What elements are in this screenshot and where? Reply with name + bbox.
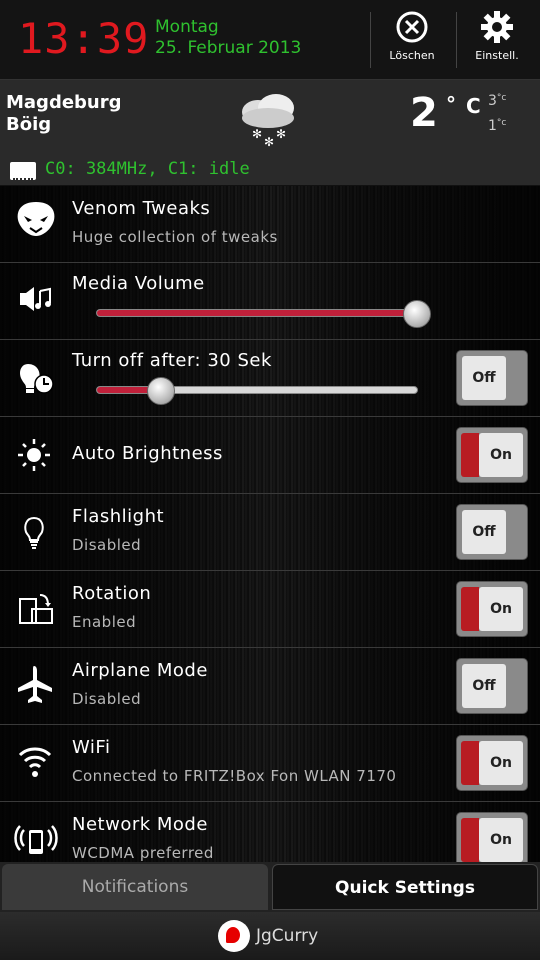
wifi-toggle[interactable]: On (456, 735, 528, 791)
list-item-airplane-mode[interactable]: Airplane Mode Disabled Off (0, 648, 540, 725)
celsius-symbol: C (466, 94, 481, 118)
media-volume-slider[interactable] (96, 300, 431, 328)
temp-high: 3°c (488, 93, 506, 109)
list-item-media-volume: Media Volume (0, 263, 540, 340)
temperature: 2 (410, 90, 438, 136)
bulb-clock-icon (20, 364, 54, 394)
list-item-wifi[interactable]: WiFi Connected to FRITZ!Box Fon WLAN 717… (0, 725, 540, 802)
date: 25. Februar 2013 (155, 38, 302, 58)
row-title: Auto Brightness (72, 443, 223, 464)
gear-icon (481, 11, 513, 43)
temp-low-value: 1 (488, 118, 497, 134)
row-title: WiFi (72, 737, 111, 758)
row-subtitle: Disabled (72, 690, 142, 708)
temp-low-unit: °c (496, 118, 507, 128)
network-mode-icon (14, 825, 58, 854)
media-volume-icon (20, 287, 51, 311)
row-subtitle: Huge collection of tweaks (72, 228, 278, 246)
divider (370, 12, 371, 68)
row-title: Media Volume (72, 273, 205, 294)
airplane-icon (18, 666, 52, 703)
toggle-on-indicator (461, 741, 479, 785)
wifi-icon (18, 747, 52, 777)
toggle-on-indicator (461, 433, 479, 477)
bottom-tabs: Notifications Quick Settings (0, 862, 540, 912)
svg-text:✻: ✻ (276, 127, 286, 141)
row-title: Airplane Mode (72, 660, 208, 681)
clear-label: Löschen (389, 49, 435, 62)
toggle-knob: Off (462, 356, 506, 400)
weather-city: Magdeburg (6, 92, 122, 113)
clock: 13:39 (18, 14, 150, 63)
clear-button[interactable]: Löschen (372, 8, 452, 72)
carrier-name: JgCurry (256, 926, 319, 946)
timeout-toggle[interactable]: Off (456, 350, 528, 406)
lightbulb-icon (24, 516, 44, 549)
settings-button[interactable]: Einstell. (457, 8, 537, 72)
row-title: Flashlight (72, 506, 165, 527)
row-title: Rotation (72, 583, 152, 604)
row-title: Network Mode (72, 814, 208, 835)
row-subtitle: Connected to FRITZ!Box Fon WLAN 7170 (72, 767, 397, 785)
airplane-mode-toggle[interactable]: Off (456, 658, 528, 714)
brightness-icon (18, 439, 50, 471)
close-circle-icon (396, 11, 428, 43)
cpu-chip-icon (10, 160, 36, 180)
temp-high-value: 3 (488, 93, 497, 109)
network-mode-toggle[interactable]: On (456, 812, 528, 862)
list-item-rotation[interactable]: Rotation Enabled On (0, 571, 540, 648)
tab-notifications[interactable]: Notifications (2, 864, 268, 910)
list-item-screen-timeout: Turn off after: 30 Sek Off (0, 340, 540, 417)
status-header: 13:39 Montag 25. Februar 2013 Löschen Ei… (0, 0, 540, 80)
rotation-icon (19, 594, 53, 624)
row-title: Venom Tweaks (72, 198, 211, 219)
toggle-knob: On (479, 818, 523, 862)
weekday: Montag (155, 17, 219, 37)
rotation-toggle[interactable]: On (456, 581, 528, 637)
temp-high-unit: °c (496, 93, 507, 103)
temp-low: 1°c (488, 118, 506, 134)
list-item-flashlight[interactable]: Flashlight Disabled Off (0, 494, 540, 571)
row-subtitle: Enabled (72, 613, 137, 631)
cpu-status: C0: 384MHz, C1: idle (0, 156, 540, 186)
weather-widget[interactable]: Magdeburg Böig ✻ ✻ ✻ 2 ° C 3°c 1°c (0, 80, 540, 156)
settings-label: Einstell. (475, 49, 519, 62)
cpu-text: C0: 384MHz, C1: idle (45, 159, 250, 179)
vodafone-logo-icon (218, 920, 250, 952)
toggle-knob: On (479, 741, 523, 785)
toggle-knob: Off (462, 664, 506, 708)
tab-quick-settings[interactable]: Quick Settings (272, 864, 538, 910)
timeout-slider[interactable] (96, 377, 418, 405)
weather-condition: Böig (6, 114, 52, 135)
slider-fill (97, 310, 417, 316)
toggle-knob: On (479, 587, 523, 631)
auto-brightness-toggle[interactable]: On (456, 427, 528, 483)
list-item-network-mode[interactable]: Network Mode WCDMA preferred On (0, 802, 540, 862)
slider-knob[interactable] (403, 300, 431, 328)
svg-text:✻: ✻ (264, 135, 274, 149)
slider-knob[interactable] (147, 377, 175, 405)
row-subtitle: Disabled (72, 536, 142, 554)
svg-text:✻: ✻ (252, 127, 262, 141)
quick-settings-list[interactable]: Venom Tweaks Huge collection of tweaks M… (0, 186, 540, 862)
flashlight-toggle[interactable]: Off (456, 504, 528, 560)
degree-symbol: ° (446, 92, 456, 116)
toggle-on-indicator (461, 587, 479, 631)
carrier-bar: JgCurry (0, 912, 540, 960)
row-subtitle: WCDMA preferred (72, 844, 214, 862)
toggle-knob: Off (462, 510, 506, 554)
row-title: Turn off after: 30 Sek (72, 350, 272, 371)
list-item-venom-tweaks[interactable]: Venom Tweaks Huge collection of tweaks (0, 186, 540, 263)
snake-icon (17, 202, 55, 236)
snow-cloud-icon: ✻ ✻ ✻ (242, 94, 294, 149)
toggle-knob: On (479, 433, 523, 477)
list-item-auto-brightness[interactable]: Auto Brightness On (0, 417, 540, 494)
toggle-on-indicator (461, 818, 479, 862)
